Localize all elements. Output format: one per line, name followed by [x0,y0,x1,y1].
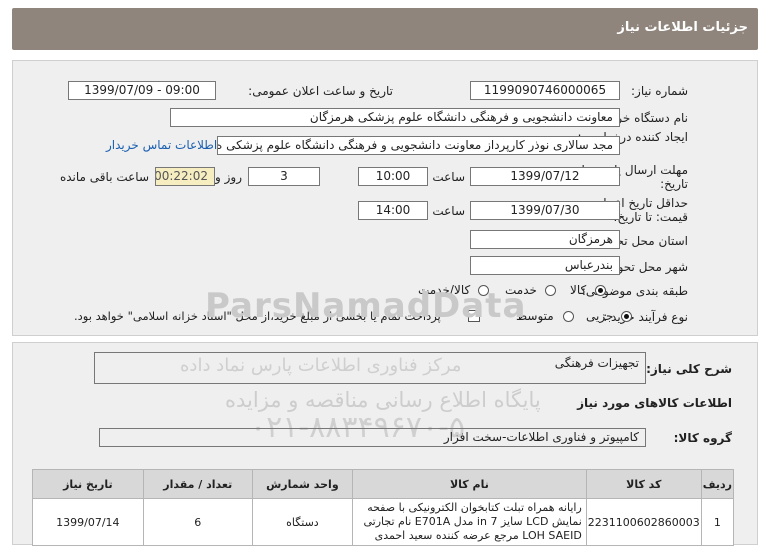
col-qty: تعداد / مقدار [142,469,253,499]
cell-row: 1 [700,498,735,546]
remaining-label: ساعت باقی مانده [59,170,149,184]
province-field: هرمزگان [470,230,620,249]
cell-code: 2231100602860003 [585,498,702,546]
col-name: نام کالا [352,469,587,499]
validity-time-label: ساعت [432,204,465,218]
category-radio-goods[interactable] [595,285,606,296]
city-field: بندرعباس [470,256,620,275]
table-row: 1 2231100602860003 رایانه همراه تبلت کتا… [32,498,735,546]
table-header-row: ردیف کد کالا نام کالا واحد شمارش تعداد /… [32,469,735,499]
process-label: نوع فرآیند خرید : [603,310,688,324]
watermark-brand: ParsNamadData [205,286,527,326]
need-number-field: 1199090746000065 [470,81,620,100]
category-radio-service[interactable] [545,285,556,296]
send-time-field: 10:00 [358,167,428,186]
send-date-field: 1399/07/12 [470,167,620,186]
goods-group-field: کامپیوتر و فناوری اطلاعات-سخت افزار [99,428,646,447]
col-unit: واحد شمارش [251,469,354,499]
days-field: 3 [248,167,320,186]
goods-group-label: گروه کالا: [673,431,732,445]
goods-info-title: اطلاعات کالاهای مورد نیاز [577,396,732,410]
process-radio-medium[interactable] [563,311,574,322]
cell-name: رایانه همراه تبلت کتابخوان الکترونیکی با… [352,498,587,546]
description-field: تجهیزات فرهنگی [94,352,646,384]
category-option-goods: کالا [570,283,587,297]
creator-field: مجد سالاری نوذر کارپرداز معاونت دانشجویی… [217,136,620,155]
validity-date-field: 1399/07/30 [470,201,620,220]
need-number-label: شماره نیاز: [631,84,688,98]
remaining-time-field: 00:22:02 [155,167,215,186]
process-radio-partial[interactable] [621,311,632,322]
process-option-partial: جزیی [586,309,614,323]
send-time-label: ساعت [432,170,465,184]
col-code: کد کالا [585,469,702,499]
page-title: جزئیات اطلاعات نیاز [617,20,748,35]
buyer-field: معاونت دانشجویی و فرهنگی دانشگاه علوم پز… [170,108,620,127]
watermark-line1: پایگاه اطلاع رسانی مناقصه و مزایده [225,388,541,412]
announce-label: تاریخ و ساعت اعلان عمومی: [248,84,393,98]
cell-date: 1399/07/14 [32,498,144,546]
description-label: شرح کلی نیاز: [646,362,732,376]
goods-table: ردیف کد کالا نام کالا واحد شمارش تعداد /… [32,469,735,546]
col-row: ردیف [700,469,735,499]
title-bar: جزئیات اطلاعات نیاز [12,8,758,50]
days-label: روز و [215,170,242,184]
validity-time-field: 14:00 [358,201,428,220]
announce-field: 1399/07/09 - 09:00 [68,81,216,100]
cell-unit: دستگاه [251,498,354,546]
col-date: تاریخ نیاز [32,469,144,499]
contact-buyer-link[interactable]: اطلاعات تماس خریدار [106,138,217,152]
cell-qty: 6 [142,498,253,546]
